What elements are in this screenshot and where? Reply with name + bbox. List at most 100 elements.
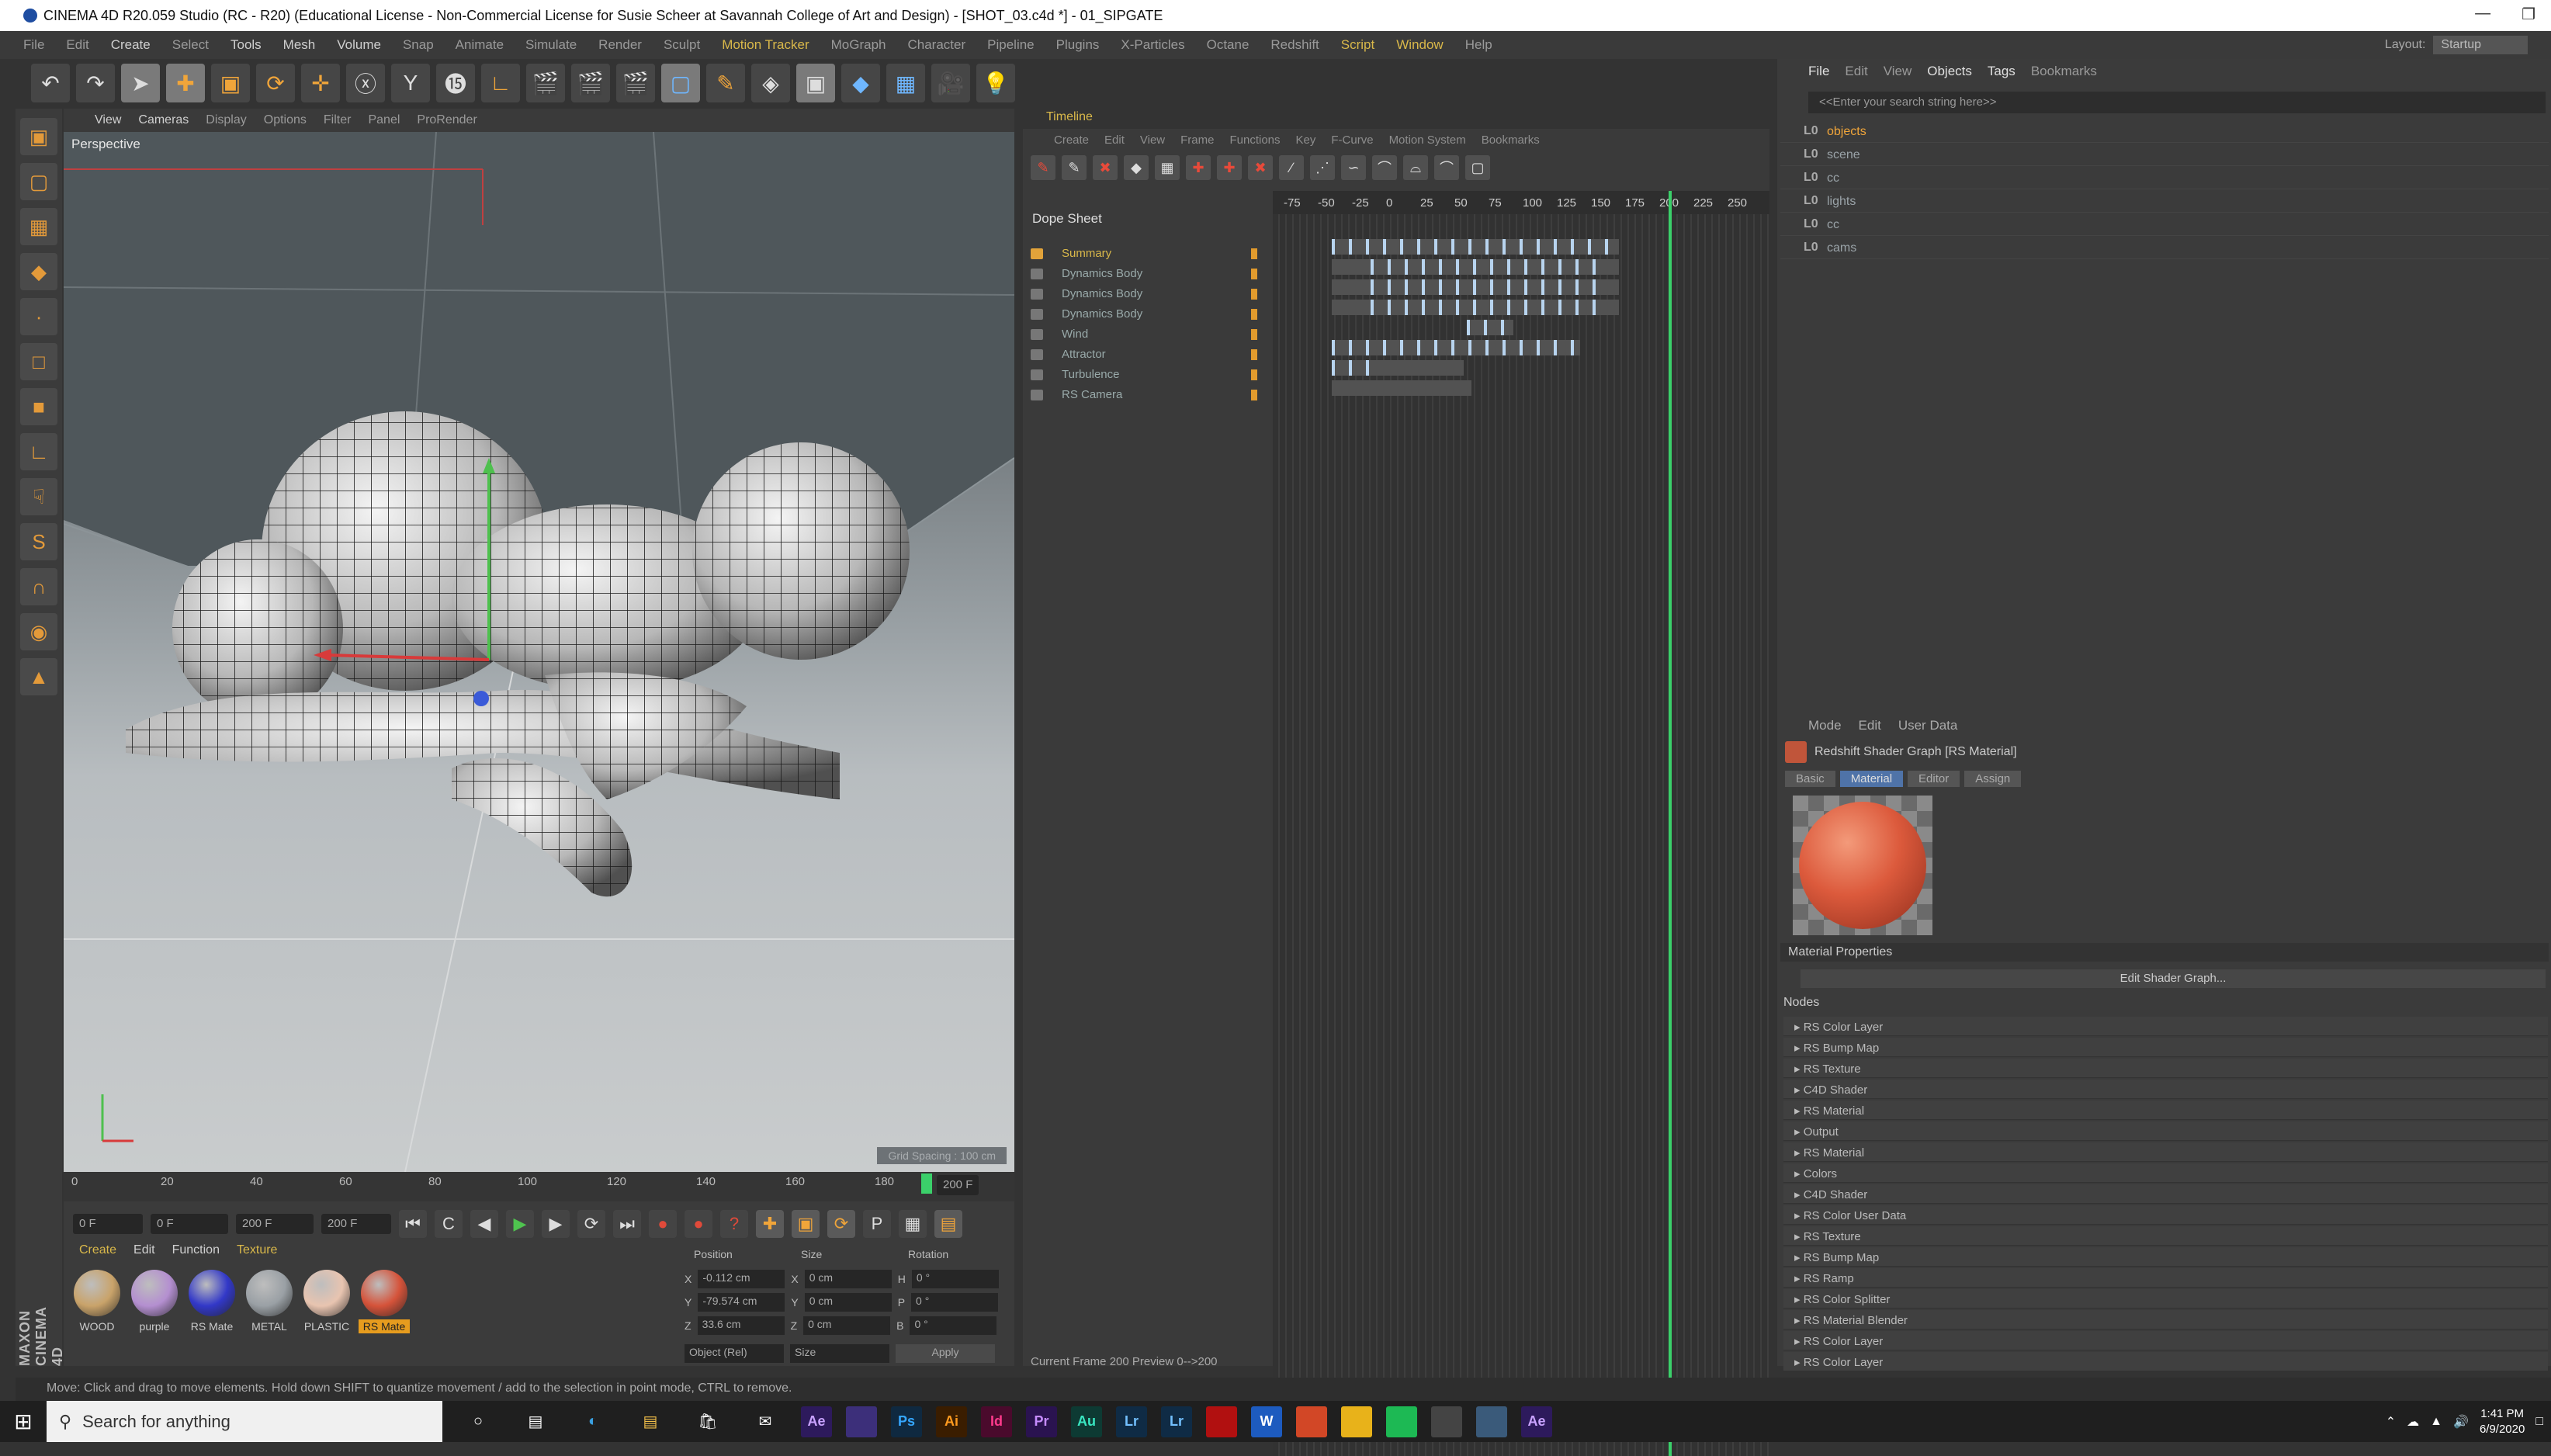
menu-select[interactable]: Select (172, 37, 209, 53)
expand-arrow-icon[interactable]: ▸ (1794, 1188, 1804, 1201)
expand-arrow-icon[interactable]: ▸ (1794, 1042, 1804, 1055)
track-switch-icon[interactable] (1251, 269, 1257, 279)
track-row[interactable]: Summary (1031, 245, 1263, 264)
coordinate-field[interactable]: 0 ° (910, 1316, 997, 1335)
frame-ruler[interactable]: 0 20 40 60 80 100 120 140 160 180 (64, 1172, 1014, 1201)
tab-basic[interactable]: Basic (1785, 771, 1835, 787)
viewport-menu-display[interactable]: Display (206, 113, 246, 127)
track-switch-icon[interactable] (1251, 329, 1257, 340)
track-switch-icon[interactable] (1251, 349, 1257, 360)
attribute-menu-edit[interactable]: Edit (1859, 718, 1881, 733)
track-switch-icon[interactable] (1251, 309, 1257, 320)
menu-octane[interactable]: Octane (1207, 37, 1250, 53)
track-row[interactable]: Attractor (1031, 346, 1263, 365)
object-menu-tags[interactable]: Tags (1988, 64, 2015, 79)
node-item[interactable]: ▸ RS Color Splitter (1783, 1289, 2548, 1309)
loop-icon[interactable]: ⟳ (577, 1210, 605, 1238)
taskbar-app-icon[interactable]: W (1251, 1406, 1282, 1437)
tab-editor[interactable]: Editor (1908, 771, 1960, 787)
node-item[interactable]: ▸ RS Texture (1783, 1059, 2548, 1078)
taskbar-app-icon[interactable]: Lr (1116, 1406, 1147, 1437)
material-menu-function[interactable]: Function (172, 1243, 220, 1257)
menu-render[interactable]: Render (598, 37, 642, 53)
object-row[interactable]: L0 cc (1780, 214, 2549, 236)
expand-arrow-icon[interactable]: ▸ (1794, 1314, 1804, 1327)
play-icon[interactable]: ▶ (506, 1210, 534, 1238)
tab-assign[interactable]: Assign (1964, 771, 2022, 787)
playhead[interactable] (1669, 191, 1672, 1456)
end-frame-marker[interactable] (921, 1173, 932, 1194)
timeline-menu-view[interactable]: View (1140, 133, 1165, 147)
object-search-input[interactable]: <<Enter your search string here>> (1808, 92, 2546, 113)
coordinate-field[interactable]: 33.6 cm (697, 1316, 785, 1335)
object-row[interactable]: L0 cams (1780, 237, 2549, 259)
texture-mode-icon[interactable]: ▦ (20, 208, 57, 245)
coordinate-field[interactable]: -0.112 cm (698, 1270, 785, 1288)
perspective-viewport[interactable]: Perspective Grid Spacing : 100 cm (64, 132, 1014, 1172)
range-start-field[interactable]: 0 F (151, 1214, 228, 1234)
record-parameter-icon[interactable]: P (863, 1210, 891, 1238)
node-item[interactable]: ▸ RS Material Blender (1783, 1310, 2548, 1329)
viewport-menu-view[interactable]: View (95, 113, 121, 127)
menu-simulate[interactable]: Simulate (525, 37, 577, 53)
menu-volume[interactable]: Volume (337, 37, 381, 53)
menu-tools[interactable]: Tools (230, 37, 262, 53)
taskbar-app-icon[interactable]: Au (1071, 1406, 1102, 1437)
volume-icon[interactable]: 🔊 (2453, 1414, 2469, 1430)
key-area[interactable] (1273, 214, 1769, 1456)
material-swatch[interactable]: WOOD (71, 1270, 123, 1333)
material-swatch[interactable]: METAL (244, 1270, 295, 1333)
step-icon[interactable]: ⋰ (1310, 155, 1335, 180)
taskbar-app-icon[interactable] (1206, 1406, 1237, 1437)
expand-arrow-icon[interactable]: ▸ (1794, 1083, 1804, 1097)
go-to-start-icon[interactable]: ⏮ (399, 1210, 427, 1238)
object-row[interactable]: L0 cc (1780, 168, 2549, 189)
delete-key-icon[interactable]: ✖ (1248, 155, 1273, 180)
current-frame-field[interactable]: 0 F (73, 1214, 143, 1234)
menu-animate[interactable]: Animate (456, 37, 504, 53)
task-view-icon[interactable]: ▤ (514, 1405, 557, 1439)
edges-mode-icon[interactable]: □ (20, 343, 57, 380)
coordinate-field[interactable]: 0 ° (911, 1270, 999, 1288)
attribute-menu-user-data[interactable]: User Data (1898, 718, 1958, 733)
y-axis-icon[interactable]: Y (391, 64, 430, 102)
expand-arrow-icon[interactable]: ▸ (1794, 1104, 1804, 1118)
expand-arrow-icon[interactable]: ▸ (1794, 1293, 1804, 1306)
material-swatch[interactable]: RS Mate (359, 1270, 410, 1333)
model-mode-icon[interactable]: ▢ (20, 163, 57, 200)
add-object-icon[interactable]: ✛ (301, 64, 340, 102)
windows-start-icon[interactable]: ⊞ (0, 1401, 47, 1442)
material-menu-edit[interactable]: Edit (133, 1243, 155, 1257)
menu-edit[interactable]: Edit (66, 37, 88, 53)
minimize-icon[interactable]: — (2475, 5, 2490, 24)
ease-in-icon[interactable]: ⌒ (1372, 155, 1397, 180)
live-selection-icon[interactable]: ➤ (121, 64, 160, 102)
small-gourd-shape[interactable] (172, 539, 343, 718)
magnet-icon[interactable]: ∩ (20, 568, 57, 605)
points-mode-icon[interactable]: ∙ (20, 298, 57, 335)
taskbar-search[interactable]: ⚲ Search for anything (47, 1401, 442, 1442)
tray-chevron-icon[interactable]: ⌃ (2386, 1414, 2396, 1430)
menu-plugins[interactable]: Plugins (1056, 37, 1100, 53)
tab-material[interactable]: Material (1839, 771, 1904, 787)
menu-help[interactable]: Help (1465, 37, 1492, 53)
taskbar-app-icon[interactable]: Ae (1521, 1406, 1552, 1437)
add-key-icon[interactable]: ✚ (1186, 155, 1211, 180)
material-swatch[interactable]: purple (129, 1270, 180, 1333)
taskbar-app-icon[interactable]: Lr (1161, 1406, 1192, 1437)
object-row[interactable]: L0 scene (1780, 144, 2549, 166)
menu-motion-tracker[interactable]: Motion Tracker (722, 37, 809, 53)
timeline-menu-bookmarks[interactable]: Bookmarks (1482, 133, 1540, 147)
layout-dropdown[interactable]: Startup (2433, 36, 2528, 54)
render-picture-viewer-icon[interactable]: 🎬 (571, 64, 610, 102)
node-item[interactable]: ▸ RS Color Layer (1783, 1017, 2548, 1036)
edge-icon[interactable]: ◐ (571, 1405, 615, 1439)
object-menu-file[interactable]: File (1808, 64, 1829, 79)
node-item[interactable]: ▸ RS Color User Data (1783, 1205, 2548, 1225)
expand-arrow-icon[interactable]: ▸ (1794, 1167, 1804, 1180)
record-position-icon[interactable]: ✚ (756, 1210, 784, 1238)
motion-mode-icon[interactable]: ✖ (1093, 155, 1118, 180)
scale-tool-icon[interactable]: ▣ (211, 64, 250, 102)
material-swatch[interactable]: PLASTIC (301, 1270, 352, 1333)
menu-mograph[interactable]: MoGraph (831, 37, 886, 53)
